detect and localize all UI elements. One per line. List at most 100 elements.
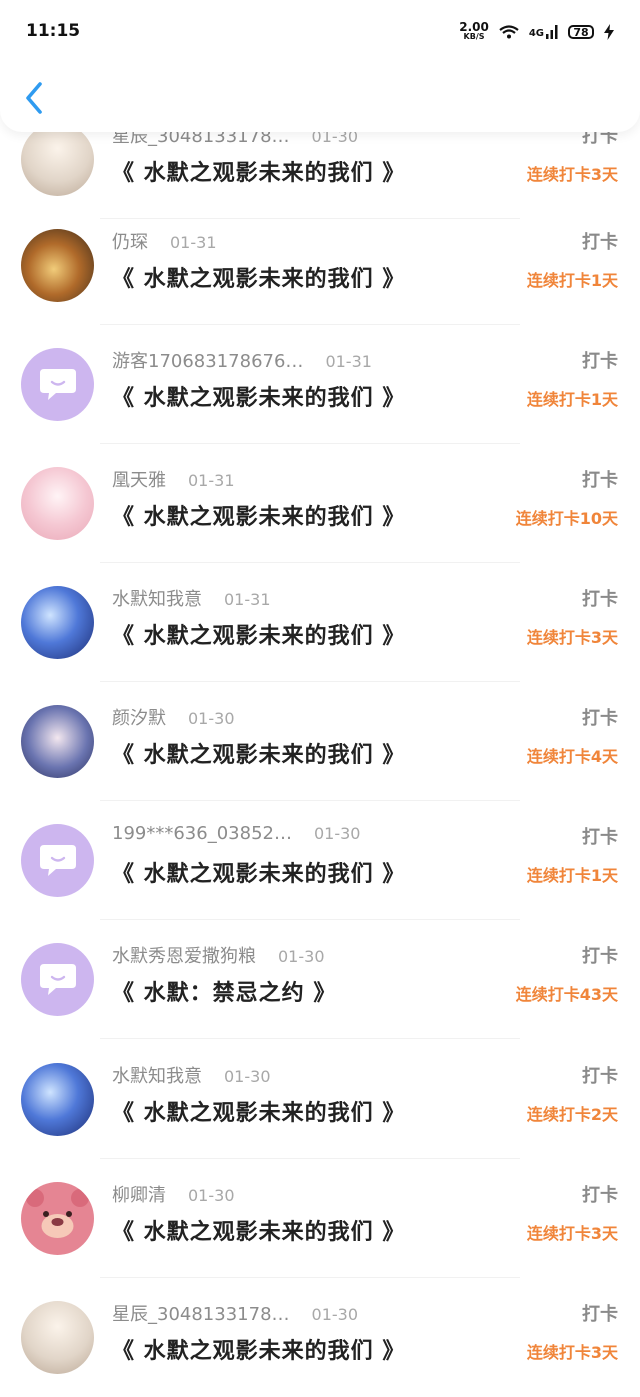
avatar[interactable] (21, 943, 94, 1016)
user-meta: 水默知我意 01-31 (112, 585, 271, 611)
list-item[interactable]: 水默秀恩爱撒狗粮 01-30 《 水默：禁忌之约 》 打卡 连续打卡43天 (0, 920, 640, 1039)
book-title[interactable]: 《 水默之观影未来的我们 》 (112, 618, 405, 650)
battery-icon: 78 (568, 25, 594, 39)
divider (100, 1038, 520, 1039)
book-title[interactable]: 《 水默之观影未来的我们 》 (112, 1214, 405, 1246)
checkin-date: 01-30 (313, 824, 361, 843)
checkin-date: 01-31 (170, 233, 217, 252)
checkin-label: 打卡 (582, 1304, 618, 1325)
book-title[interactable]: 《 水默：禁忌之约 》 (112, 975, 336, 1007)
streak-badge: 连续打卡4天 (526, 747, 618, 766)
streak-badge: 连续打卡3天 (526, 628, 618, 647)
checkin-label: 打卡 (582, 946, 618, 967)
avatar[interactable] (21, 586, 94, 659)
book-title[interactable]: 《 水默之观影未来的我们 》 (112, 737, 405, 769)
user-meta: 柳卿清 01-30 (112, 1181, 235, 1207)
checkin-date: 01-30 (311, 1305, 359, 1324)
checkin-date: 01-31 (325, 352, 372, 371)
streak-badge: 连续打卡1天 (526, 390, 618, 409)
streak-badge: 连续打卡3天 (526, 1343, 618, 1362)
user-name[interactable]: 柳卿清 (112, 1181, 166, 1207)
checkin-date: 01-31 (188, 471, 235, 490)
user-name[interactable]: 颜汐默 (112, 704, 166, 730)
avatar[interactable] (21, 1063, 94, 1136)
checkin-label: 打卡 (582, 1066, 618, 1087)
user-name[interactable]: 仍琛 (112, 228, 148, 254)
user-meta: 仍琛 01-31 (112, 228, 217, 254)
list-item[interactable]: 水默知我意 01-30 《 水默之观影未来的我们 》 打卡 连续打卡2天 (0, 1040, 640, 1159)
list-item[interactable]: 颜汐默 01-30 《 水默之观影未来的我们 》 打卡 连续打卡4天 (0, 682, 640, 801)
checkin-label: 打卡 (582, 589, 618, 610)
streak-badge: 连续打卡3天 (526, 1224, 618, 1243)
list-item[interactable]: 仍琛 01-31 《 水默之观影未来的我们 》 打卡 连续打卡1天 (0, 206, 640, 325)
checkin-label: 打卡 (582, 232, 618, 253)
chat-bubble-icon (39, 368, 76, 400)
avatar[interactable] (21, 705, 94, 778)
avatar[interactable] (21, 123, 94, 196)
streak-badge: 连续打卡10天 (515, 509, 618, 528)
streak-badge: 连续打卡1天 (526, 271, 618, 290)
user-meta: 199***636_03852… 01-30 (112, 823, 360, 844)
streak-badge: 连续打卡43天 (515, 985, 618, 1004)
book-title[interactable]: 《 水默之观影未来的我们 》 (112, 1095, 405, 1127)
user-meta: 星辰_3048133178… 01-30 (112, 1300, 358, 1326)
list-item[interactable]: 游客170683178676… 01-31 《 水默之观影未来的我们 》 打卡 … (0, 325, 640, 444)
list-item[interactable]: 凰天雅 01-31 《 水默之观影未来的我们 》 打卡 连续打卡10天 (0, 444, 640, 563)
streak-badge: 连续打卡2天 (526, 1105, 618, 1124)
user-meta: 游客170683178676… 01-31 (112, 347, 372, 373)
top-nav-bar (0, 62, 640, 132)
book-title[interactable]: 《 水默之观影未来的我们 》 (112, 380, 405, 412)
user-name[interactable]: 凰天雅 (112, 466, 166, 492)
avatar[interactable] (21, 824, 94, 897)
book-title[interactable]: 《 水默之观影未来的我们 》 (112, 261, 405, 293)
chat-bubble-icon (39, 963, 76, 995)
network-speed-unit: KB/S (463, 32, 485, 41)
user-meta: 水默知我意 01-30 (112, 1062, 271, 1088)
status-time: 11:15 (26, 21, 81, 41)
user-meta: 水默秀恩爱撒狗粮 01-30 (112, 942, 325, 968)
status-indicators: 2.00 KB/S 4G 78 (459, 20, 614, 42)
chevron-left-icon (26, 82, 42, 114)
charging-icon (604, 24, 614, 40)
book-title[interactable]: 《 水默之观影未来的我们 》 (112, 155, 405, 187)
list-item[interactable]: 199***636_03852… 01-30 《 水默之观影未来的我们 》 打卡… (0, 801, 640, 920)
checkin-date: 01-30 (188, 709, 235, 728)
avatar[interactable] (21, 229, 94, 302)
wifi-icon (499, 25, 519, 39)
book-title[interactable]: 《 水默之观影未来的我们 》 (112, 856, 405, 888)
back-button[interactable] (22, 80, 48, 116)
checkin-date: 01-30 (278, 947, 325, 966)
checkin-label: 打卡 (582, 470, 618, 491)
list-item[interactable]: 星辰_3048133178… 01-30 《 水默之观影未来的我们 》 打卡 连… (0, 1278, 640, 1397)
checkin-label: 打卡 (582, 351, 618, 372)
cellular-signal-icon: 4G (529, 25, 558, 39)
network-speed-value: 2.00 (459, 20, 489, 34)
user-meta: 颜汐默 01-30 (112, 704, 235, 730)
user-name[interactable]: 水默秀恩爱撒狗粮 (112, 942, 256, 968)
status-bar: 11:15 2.00 KB/S 4G 78 (0, 0, 640, 62)
book-title[interactable]: 《 水默之观影未来的我们 》 (112, 499, 405, 531)
streak-badge: 连续打卡1天 (526, 866, 618, 885)
checkin-label: 打卡 (582, 1185, 618, 1206)
user-name[interactable]: 星辰_3048133178… (112, 1300, 290, 1326)
avatar[interactable] (21, 348, 94, 421)
checkin-date: 01-31 (224, 590, 271, 609)
user-name[interactable]: 水默知我意 (112, 585, 202, 611)
streak-badge: 连续打卡3天 (526, 165, 618, 184)
avatar[interactable] (21, 1301, 94, 1374)
user-name[interactable]: 水默知我意 (112, 1062, 202, 1088)
user-name[interactable]: 199***636_03852… (112, 823, 292, 844)
user-name[interactable]: 游客170683178676… (112, 347, 303, 373)
checkin-label: 打卡 (582, 827, 618, 848)
user-meta: 凰天雅 01-31 (112, 466, 235, 492)
checkin-label: 打卡 (582, 708, 618, 729)
list-item[interactable]: 柳卿清 01-30 《 水默之观影未来的我们 》 打卡 连续打卡3天 (0, 1159, 640, 1278)
bear-face-icon (26, 1189, 89, 1238)
list-item[interactable]: 水默知我意 01-31 《 水默之观影未来的我们 》 打卡 连续打卡3天 (0, 563, 640, 682)
avatar[interactable] (21, 467, 94, 540)
checkin-date: 01-30 (188, 1186, 235, 1205)
book-title[interactable]: 《 水默之观影未来的我们 》 (112, 1333, 405, 1365)
network-speed: 2.00 KB/S (459, 20, 489, 42)
avatar[interactable] (21, 1182, 94, 1255)
network-type: 4G (528, 28, 544, 39)
